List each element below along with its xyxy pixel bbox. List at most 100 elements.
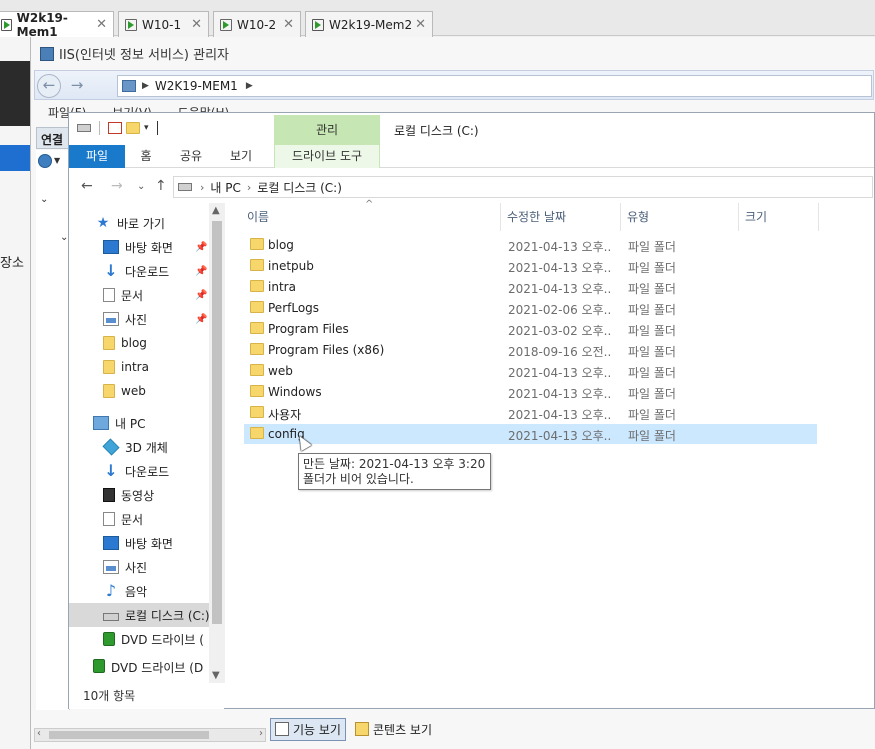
tab-share[interactable]: 공유 [173,145,209,168]
scroll-right-icon[interactable]: › [259,728,263,739]
back-icon[interactable]: ← [37,74,61,98]
nav-item-downloads-pc[interactable]: ↓ 다운로드 [69,459,209,483]
content-view-button[interactable]: 콘텐츠 보기 [350,718,437,741]
file-row[interactable]: intra 2021-04-13 오후... 파일 폴더 [244,277,817,297]
connections-header: 연결 [36,127,70,149]
host-tab-w2k19-mem1[interactable]: W2k19-Mem1 ✕ [0,11,114,39]
nav-item-web[interactable]: web [69,379,209,403]
nav-item-documents[interactable]: 문서 📌 [69,283,209,307]
file-row[interactable]: blog 2021-04-13 오후... 파일 폴더 [244,235,817,255]
recent-locations-icon[interactable]: ⌄ [137,181,145,192]
customize-toolbar-icon[interactable]: ▾ [144,123,149,133]
nav-item-pictures[interactable]: 사진 📌 [69,307,209,331]
nav-item-local-disk[interactable]: 로컬 디스크 (C:) [69,603,210,627]
file-type: 파일 폴더 [628,240,676,254]
nav-item-pictures-pc[interactable]: 사진 [69,555,209,579]
scroll-up-icon[interactable]: ▲ [212,205,220,216]
tab-drive-tools[interactable]: 드라이브 도구 [274,145,380,168]
vm-running-icon [1,18,12,31]
new-folder-icon[interactable] [126,122,140,134]
features-view-button[interactable]: 기능 보기 [270,717,346,741]
tab-file[interactable]: 파일 [69,145,125,168]
file-explorer-window: ▾ 관리 로컬 디스크 (C:) 파일 홈 공유 보기 드라이브 도구 ← → … [68,112,875,709]
nav-item-desktop-pc[interactable]: 바탕 화면 [69,531,209,555]
nav-label: 바탕 화면 [125,240,173,255]
file-row[interactable]: Windows 2021-04-13 오후... 파일 폴더 [244,382,817,402]
column-size[interactable]: 크기 [739,203,819,231]
scroll-down-icon[interactable]: ▼ [212,670,220,681]
dropdown-arrow-icon[interactable]: ▼ [54,156,60,165]
nav-item-music[interactable]: ♪ 음악 [69,579,209,603]
globe-icon[interactable] [38,154,52,168]
close-icon[interactable]: ✕ [96,17,107,32]
iis-path-segment[interactable]: W2K19-MEM1 [155,79,238,93]
expand-chevron-icon[interactable]: ⌄ [40,194,48,205]
tab-view[interactable]: 보기 [223,145,259,168]
nav-item-dvd-drive-d[interactable]: DVD 드라이브 (D [69,659,209,675]
chevron-right-icon[interactable]: ▶ [246,81,253,91]
column-name[interactable]: 이름 [241,203,501,231]
address-bar[interactable]: › 내 PC › 로컬 디스크 (C:) [173,176,873,198]
scrollbar-thumb[interactable] [212,221,222,624]
host-tab-w10-1[interactable]: W10-1 ✕ [118,11,209,37]
nav-item-dvd-drive[interactable]: DVD 드라이브 ( [69,627,209,651]
file-type: 파일 폴더 [628,303,676,317]
nav-item-downloads[interactable]: ↓ 다운로드 📌 [69,259,209,283]
file-row[interactable]: 사용자 2021-04-13 오후... 파일 폴더 [244,403,817,423]
nav-item-3d-objects[interactable]: 3D 개체 [69,435,209,459]
file-name: PerfLogs [268,301,320,315]
nav-item-videos[interactable]: 동영상 [69,483,209,507]
forward-icon[interactable]: → [65,74,89,98]
nav-item-documents-pc[interactable]: 문서 [69,507,209,531]
manage-context-tab[interactable]: 관리 [274,115,380,145]
breadcrumb-local-disk[interactable]: 로컬 디스크 (C:) [257,179,342,196]
folder-tooltip: 만든 날짜: 2021-04-13 오후 3:20 폴더가 비어 있습니다. [298,453,491,490]
nav-quick-access[interactable]: ★ 바로 가기 [69,211,209,235]
star-icon: ★ [96,215,110,231]
host-tab-w2k19-mem2[interactable]: W2k19-Mem2 ✕ [305,11,433,37]
properties-icon[interactable] [108,122,122,134]
iis-path-field[interactable]: ▶ W2K19-MEM1 ▶ [117,75,872,97]
back-icon[interactable]: ← [81,178,93,194]
nav-item-intra[interactable]: intra [69,355,209,379]
iis-horizontal-scrollbar[interactable]: ‹ › [34,728,266,742]
close-icon[interactable]: ✕ [191,17,202,32]
nav-pane-scrollbar[interactable]: ▲ ▼ [209,203,225,683]
connections-pane[interactable]: ▼ ⌄ ⌄ [36,150,70,710]
file-row[interactable]: Program Files (x86) 2018-09-16 오전... 파일 … [244,340,817,360]
file-row-hovered[interactable]: config 2021-04-13 오후... 파일 폴더 [244,424,817,444]
iis-view-switcher: 기능 보기 콘텐츠 보기 [270,716,441,742]
folder-icon [103,336,115,350]
scroll-left-icon[interactable]: ‹ [37,728,41,739]
file-name: Windows [268,385,322,399]
folder-icon [250,364,264,376]
file-row[interactable]: PerfLogs 2021-02-06 오후... 파일 폴더 [244,298,817,318]
close-icon[interactable]: ✕ [415,17,426,32]
tab-home[interactable]: 홈 [131,145,161,168]
file-row[interactable]: web 2021-04-13 오후... 파일 폴더 [244,361,817,381]
column-type[interactable]: 유형 [621,203,739,231]
host-tab-label: W2k19-Mem2 [329,17,413,32]
column-date-modified[interactable]: 수정한 날짜 [501,203,621,231]
host-selected-item[interactable] [0,145,30,171]
folder-icon [250,406,264,418]
nav-this-pc[interactable]: 내 PC [69,411,209,435]
forward-icon[interactable]: → [111,178,123,194]
host-tab-w10-2[interactable]: W10-2 ✕ [213,11,301,37]
nav-item-blog[interactable]: blog [69,331,209,355]
file-date: 2021-04-13 오후... [508,282,612,296]
close-icon[interactable]: ✕ [283,17,294,32]
file-row[interactable]: Program Files 2021-03-02 오후... 파일 폴더 [244,319,817,339]
chevron-right-icon[interactable]: › [247,181,251,194]
chevron-right-icon[interactable]: › [200,181,204,194]
file-row[interactable]: inetpub 2021-04-13 오후... 파일 폴더 [244,256,817,276]
nav-label: 내 PC [115,416,146,431]
nav-label: 바로 가기 [117,216,165,231]
breadcrumb-this-pc[interactable]: 내 PC [210,179,240,196]
host-tab-label: W10-1 [142,17,182,32]
file-date: 2021-04-13 오후... [508,408,612,422]
up-icon[interactable]: ↑ [155,178,167,194]
nav-label: 3D 개체 [125,440,168,455]
nav-item-desktop[interactable]: 바탕 화면 📌 [69,235,209,259]
scrollbar-thumb[interactable] [49,731,209,739]
